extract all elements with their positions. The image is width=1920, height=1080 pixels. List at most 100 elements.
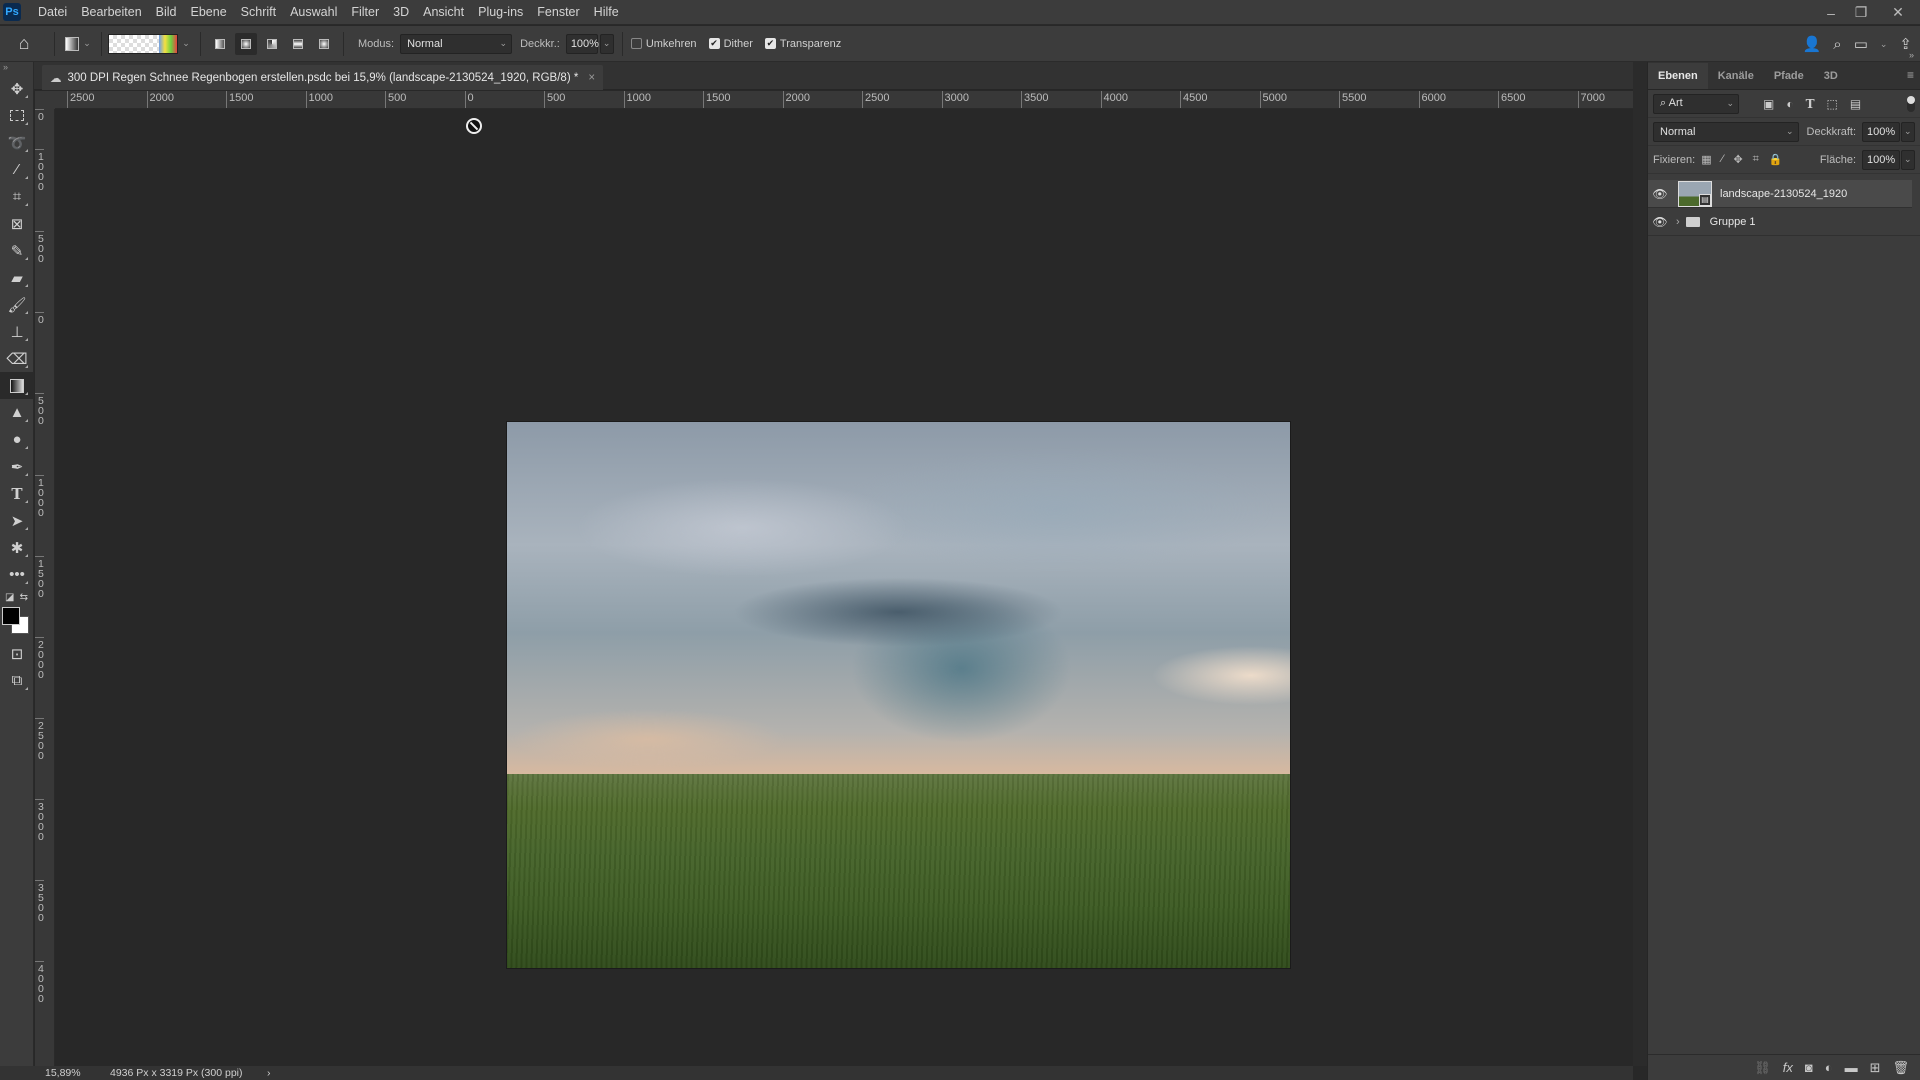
diamond-gradient-button[interactable] xyxy=(313,33,335,55)
new-group-icon[interactable]: ▬ xyxy=(1845,1060,1858,1075)
type-tool[interactable]: T xyxy=(0,480,34,507)
screen-mode-button[interactable]: ⧉ xyxy=(0,667,34,694)
eraser-tool[interactable]: ⌫ xyxy=(0,345,34,372)
menu-datei[interactable]: Datei xyxy=(31,0,74,25)
blend-mode-select[interactable]: Normal ⌄ xyxy=(1653,121,1799,142)
panel-menu-icon[interactable]: ≡ xyxy=(1907,68,1914,82)
lock-pixels-icon[interactable]: ⁄ xyxy=(1722,153,1724,166)
frame-tool[interactable]: ⊠ xyxy=(0,210,34,237)
vertical-ruler[interactable]: 0 1000 500 0 500 1000 1500 2000 2500 3000 3500 4000 xyxy=(35,109,55,1066)
restore-button[interactable]: ❐ xyxy=(1846,0,1876,25)
menu-ansicht[interactable]: Ansicht xyxy=(416,0,471,25)
layer-filter-select[interactable]: ⌕ Art ⌄ xyxy=(1653,93,1739,114)
move-tool[interactable]: ✥ xyxy=(0,75,34,102)
visibility-eye-icon[interactable]: 👁 xyxy=(1648,187,1672,201)
landscape-image[interactable] xyxy=(506,421,1291,969)
lock-all-icon[interactable]: 🔒 xyxy=(1769,153,1783,166)
linear-gradient-button[interactable] xyxy=(209,33,231,55)
umkehren-checkbox[interactable]: Umkehren xyxy=(630,38,697,50)
horizontal-ruler[interactable]: 2500 2000 1500 1000 500 0 500 1000 1500 2000 2500 3… xyxy=(55,91,1633,109)
filter-pixel-icon[interactable]: ▣ xyxy=(1763,97,1774,111)
toolbar-collapse[interactable]: » xyxy=(0,62,33,75)
canvas-area[interactable] xyxy=(56,110,1632,1065)
minimize-button[interactable]: – xyxy=(1816,0,1846,25)
marquee-tool[interactable] xyxy=(0,102,34,129)
close-window-button[interactable]: ✕ xyxy=(1876,0,1920,25)
angle-gradient-button[interactable] xyxy=(261,33,283,55)
shape-tool[interactable]: ✱ xyxy=(0,534,34,561)
menu-bild[interactable]: Bild xyxy=(149,0,184,25)
expand-chevron-icon[interactable]: › xyxy=(1676,216,1680,228)
tab-ebenen[interactable]: Ebenen xyxy=(1648,63,1708,89)
layer-row[interactable]: 👁 › Gruppe 1 xyxy=(1648,208,1920,236)
brush-tool[interactable]: 🖌 xyxy=(0,291,34,318)
pen-tool[interactable]: ✒ xyxy=(0,453,34,480)
modus-select[interactable]: Normal ⌄ xyxy=(400,33,513,54)
foreground-color-swatch[interactable] xyxy=(2,607,20,625)
reflected-gradient-button[interactable] xyxy=(287,33,309,55)
fx-icon[interactable]: fx xyxy=(1783,1060,1793,1075)
tool-preset-picker[interactable]: ⌄ xyxy=(61,36,95,51)
magic-wand-tool[interactable]: ⁄ xyxy=(0,156,34,183)
home-icon[interactable]: ⌂ xyxy=(0,33,48,54)
visibility-eye-icon[interactable]: 👁 xyxy=(1648,215,1672,229)
crop-tool[interactable]: ⌗ xyxy=(0,183,34,210)
menu-3d[interactable]: 3D xyxy=(386,0,416,25)
default-colors-icon[interactable]: ◪ xyxy=(5,592,14,603)
dither-checkbox[interactable]: ✔ Dither xyxy=(708,38,753,50)
more-tools[interactable]: ••• xyxy=(0,561,34,588)
layer-row[interactable]: 👁 ▤ landscape-2130524_1920 xyxy=(1648,180,1912,208)
radial-gradient-button[interactable] xyxy=(235,32,257,55)
dodge-tool[interactable]: ● xyxy=(0,426,34,453)
quick-mask-button[interactable]: ⊡ xyxy=(0,640,34,667)
menu-plugins[interactable]: Plug-ins xyxy=(471,0,530,25)
lasso-tool[interactable]: ➰ xyxy=(0,129,34,156)
adjustment-layer-icon[interactable]: ◐ xyxy=(1825,1060,1833,1075)
link-layers-icon[interactable]: ⛓ xyxy=(1754,1060,1771,1076)
healing-brush-tool[interactable]: ▰ xyxy=(0,264,34,291)
lock-artboard-icon[interactable]: ⌗ xyxy=(1753,153,1759,166)
tab-3d[interactable]: 3D xyxy=(1814,63,1848,89)
search-icon[interactable]: ⌕ xyxy=(1833,36,1841,53)
chevron-down-icon[interactable]: ⌄ xyxy=(1880,39,1888,50)
tab-kanaele[interactable]: Kanäle xyxy=(1708,63,1764,89)
chevron-down-icon[interactable]: ⌄ xyxy=(178,38,194,49)
tab-pfade[interactable]: Pfade xyxy=(1764,63,1814,89)
path-selection-tool[interactable]: ➤ xyxy=(0,507,34,534)
trash-icon[interactable]: 🗑 xyxy=(1892,1060,1909,1076)
menu-hilfe[interactable]: Hilfe xyxy=(587,0,626,25)
menu-ebene[interactable]: Ebene xyxy=(184,0,234,25)
sharpen-tool[interactable]: ▲ xyxy=(0,399,34,426)
filter-type-icon[interactable]: T xyxy=(1806,97,1815,111)
layer-name[interactable]: Gruppe 1 xyxy=(1710,216,1756,228)
filter-smartobject-icon[interactable]: ▤ xyxy=(1850,97,1861,111)
swap-colors-icon[interactable]: ⇆ xyxy=(20,592,28,603)
filter-adjustment-icon[interactable]: ◐ xyxy=(1786,97,1793,111)
close-tab-button[interactable]: × xyxy=(588,72,595,84)
menu-schrift[interactable]: Schrift xyxy=(234,0,283,25)
status-menu-arrow[interactable]: › xyxy=(267,1067,271,1079)
lock-position-icon[interactable]: ✥ xyxy=(1733,153,1742,166)
menu-auswahl[interactable]: Auswahl xyxy=(283,0,344,25)
fill-dropdown[interactable]: ⌄ xyxy=(1901,149,1915,170)
menu-filter[interactable]: Filter xyxy=(344,0,386,25)
fill-input[interactable]: 100% xyxy=(1862,149,1900,170)
gradient-picker[interactable] xyxy=(108,33,178,54)
gradient-tool[interactable] xyxy=(0,372,34,399)
expand-panels-icon[interactable]: » xyxy=(1909,50,1914,60)
lock-transparent-icon[interactable]: ▦ xyxy=(1701,153,1711,166)
filter-shape-icon[interactable]: ⬚ xyxy=(1827,97,1838,111)
layer-name[interactable]: landscape-2130524_1920 xyxy=(1720,188,1847,200)
stamp-tool[interactable]: ⊥ xyxy=(0,318,34,345)
menu-fenster[interactable]: Fenster xyxy=(530,0,586,25)
workspace-icon[interactable]: ▭ xyxy=(1854,35,1868,53)
zoom-level[interactable]: 15,89% xyxy=(45,1067,109,1079)
eyedropper-tool[interactable]: ✎ xyxy=(0,237,34,264)
opacity-dropdown[interactable]: ⌄ xyxy=(599,33,614,54)
add-mask-icon[interactable]: ◙ xyxy=(1805,1060,1813,1075)
layer-opacity-input[interactable]: 100% xyxy=(1862,121,1901,142)
layer-opacity-dropdown[interactable]: ⌄ xyxy=(1901,121,1915,142)
document-tab[interactable]: ☁ 300 DPI Regen Schnee Regenbogen erstel… xyxy=(42,65,604,90)
opacity-input[interactable]: 100% xyxy=(565,33,599,54)
transparenz-checkbox[interactable]: ✔ Transparenz xyxy=(764,38,841,50)
